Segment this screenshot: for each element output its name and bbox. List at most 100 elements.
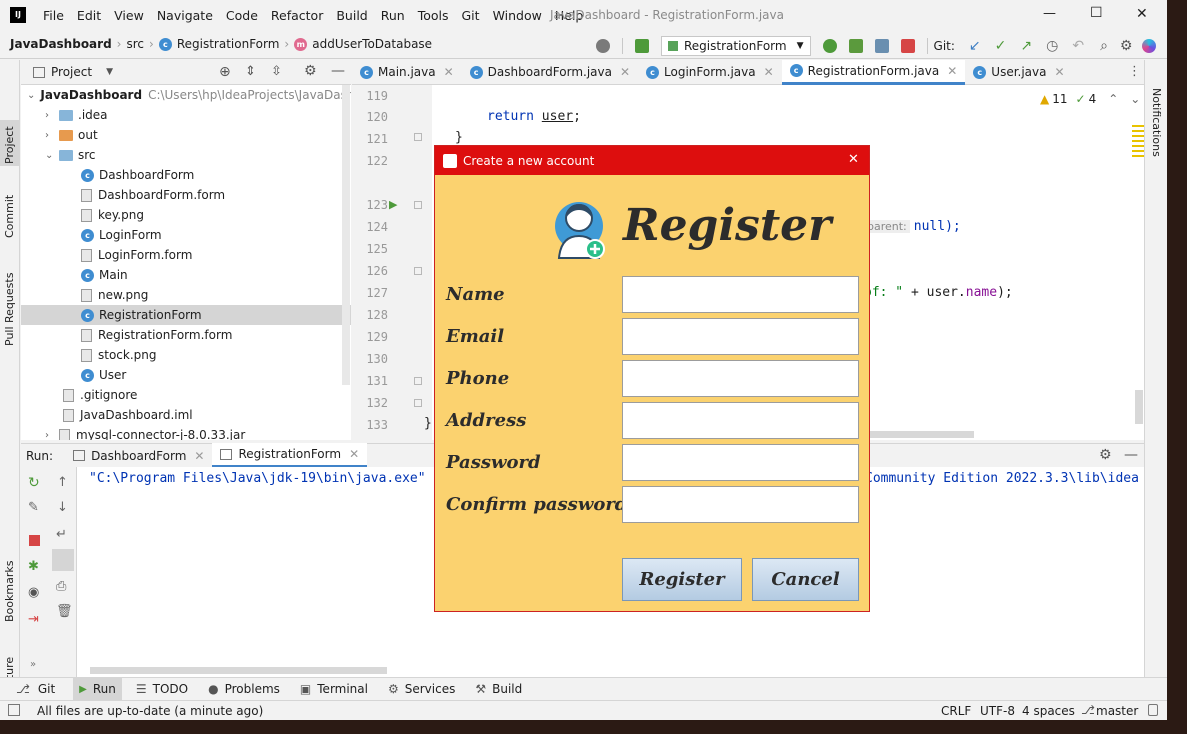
editor-vertical-scrollbar[interactable] [1135,390,1143,424]
git-commit-icon[interactable]: ✓ [995,38,1007,54]
arrow-down-icon[interactable]: ↓ [57,500,68,515]
fold-marker-icon[interactable] [414,399,422,407]
lock-icon[interactable] [1148,704,1158,716]
encoding-widget[interactable]: UTF-8 [980,704,1015,718]
fold-marker-icon[interactable] [414,201,422,209]
tab-user[interactable]: c User.java ✕ [965,60,1072,85]
minimize-panel-icon[interactable]: — [331,63,345,79]
git-push-icon[interactable]: ↗ [1020,38,1032,54]
menu-edit[interactable]: Edit [77,8,101,23]
tree-item-registrationform[interactable]: c RegistrationForm [21,305,351,325]
tool-problems[interactable]: ● Problems [202,678,286,701]
error-stripe-markers[interactable] [1132,125,1144,157]
print-icon[interactable]: ⎙ [56,579,66,594]
close-icon[interactable]: ✕ [349,447,359,461]
camera-icon[interactable]: ◉ [28,585,39,600]
settings-gear-icon[interactable]: ⚙ [1120,38,1133,54]
stop-icon[interactable] [900,39,915,53]
register-button[interactable]: Register [622,558,742,601]
tab-registrationform[interactable]: c RegistrationForm.java ✕ [781,59,966,85]
stripe-bookmarks[interactable]: Bookmarks [3,561,16,622]
tree-item-key-png[interactable]: key.png [21,205,351,225]
tree-item-iml[interactable]: JavaDashboard.iml [21,405,351,425]
tool-terminal[interactable]: ▣ Terminal [294,678,374,701]
chevron-down-icon[interactable]: ⌄ [1130,92,1140,106]
status-message[interactable]: All files are up-to-date (a minute ago) [37,704,263,718]
line-separator-widget[interactable]: CRLF [941,704,971,718]
close-icon[interactable]: ✕ [194,449,204,463]
collapse-all-icon[interactable]: ⇳ [271,64,282,79]
menu-tools[interactable]: Tools [418,8,449,23]
stripe-project[interactable]: Project [3,126,16,164]
inspection-widget[interactable]: ▲ 11 ✓ 4 ⌃ ⌄ [1040,92,1140,106]
tree-item-stock-png[interactable]: stock.png [21,345,351,365]
project-panel-title[interactable]: Project [51,65,92,79]
tree-item-loginform[interactable]: c LoginForm [21,225,351,245]
wrench-icon[interactable]: ✎ [28,500,39,515]
menu-run[interactable]: Run [381,8,405,23]
run-gutter-icon[interactable]: ▶ [389,198,397,211]
phone-field[interactable] [622,360,859,397]
address-field[interactable] [622,402,859,439]
tree-item-loginform-form[interactable]: LoginForm.form [21,245,351,265]
close-icon[interactable]: ✕ [947,64,957,78]
tree-item-root[interactable]: ⌄ JavaDashboard C:\Users\hp\IdeaProjects… [21,85,351,105]
fold-marker-icon[interactable] [414,377,422,385]
more-tabs-icon[interactable]: ⋮ [1128,64,1141,79]
tab-dashboardform[interactable]: c DashboardForm.java ✕ [462,60,638,85]
tree-item-src[interactable]: ⌄ src [21,145,351,165]
breadcrumb-folder[interactable]: src [126,37,144,51]
tab-loginform[interactable]: c LoginForm.java ✕ [638,60,782,85]
tree-item-registrationform-form[interactable]: RegistrationForm.form [21,325,351,345]
dialog-close-button[interactable]: ✕ [848,152,859,167]
stripe-commit[interactable]: Commit [3,195,16,238]
run-config-select[interactable]: RegistrationForm ▼ [661,36,811,56]
tree-item-out[interactable]: › out [21,125,351,145]
fold-marker-icon[interactable] [414,267,422,275]
build-hammer-icon[interactable] [635,39,649,53]
fold-marker-icon[interactable] [414,133,422,141]
tool-todo[interactable]: ☰ TODO [130,678,194,701]
user-icon[interactable] [596,39,610,53]
menu-window[interactable]: Window [493,8,542,23]
menu-refactor[interactable]: Refactor [271,8,323,23]
close-icon[interactable]: ✕ [444,65,454,79]
git-update-icon[interactable]: ↙ [969,38,981,54]
branch-widget[interactable]: master [1096,704,1138,718]
tool-services[interactable]: ⚙ Services [382,678,461,701]
history-icon[interactable]: ◷ [1046,38,1058,54]
scroll-to-end-icon[interactable] [52,549,74,571]
rollback-icon[interactable]: ↶ [1072,38,1084,54]
console-horizontal-scrollbar[interactable] [90,667,387,674]
stripe-pull-requests[interactable]: Pull Requests [3,273,16,346]
menu-git[interactable]: Git [462,8,480,23]
cancel-button[interactable]: Cancel [752,558,859,601]
rerun-icon[interactable] [822,39,837,53]
locate-icon[interactable]: ⊕ [219,64,231,80]
confirm-password-field[interactable] [622,486,859,523]
menu-navigate[interactable]: Navigate [157,8,213,23]
tree-scrollbar[interactable] [342,85,350,385]
trash-icon[interactable]: 🗑 [56,604,73,619]
rerun-icon[interactable]: ↻ [28,475,40,491]
stripe-notifications[interactable]: Notifications [1150,88,1163,157]
tool-git[interactable]: ⎇ Git [10,678,61,701]
run-tab-dashboardform[interactable]: DashboardForm ✕ [65,443,212,468]
maximize-button[interactable]: ☐ [1090,5,1103,21]
menu-code[interactable]: Code [226,8,258,23]
status-panel-icon[interactable] [8,704,20,716]
debug-bug-icon[interactable]: ✱ [28,559,39,574]
tree-item-jar[interactable]: › mysql-connector-j-8.0.33.jar [21,425,351,440]
close-icon[interactable]: ✕ [764,65,774,79]
run-tab-registrationform[interactable]: RegistrationForm ✕ [212,443,368,468]
jetbrains-icon[interactable] [1142,39,1157,53]
minimize-panel-icon[interactable]: — [1124,447,1138,463]
settings-gear-icon[interactable]: ⚙ [304,63,317,79]
tree-item-dashboardform[interactable]: c DashboardForm [21,165,351,185]
arrow-up-icon[interactable]: ↑ [57,475,68,490]
menu-build[interactable]: Build [336,8,367,23]
editor-horizontal-scrollbar[interactable] [862,431,974,438]
close-icon[interactable]: ✕ [1055,65,1065,79]
search-icon[interactable]: ⌕ [1100,38,1108,54]
menu-view[interactable]: View [114,8,144,23]
